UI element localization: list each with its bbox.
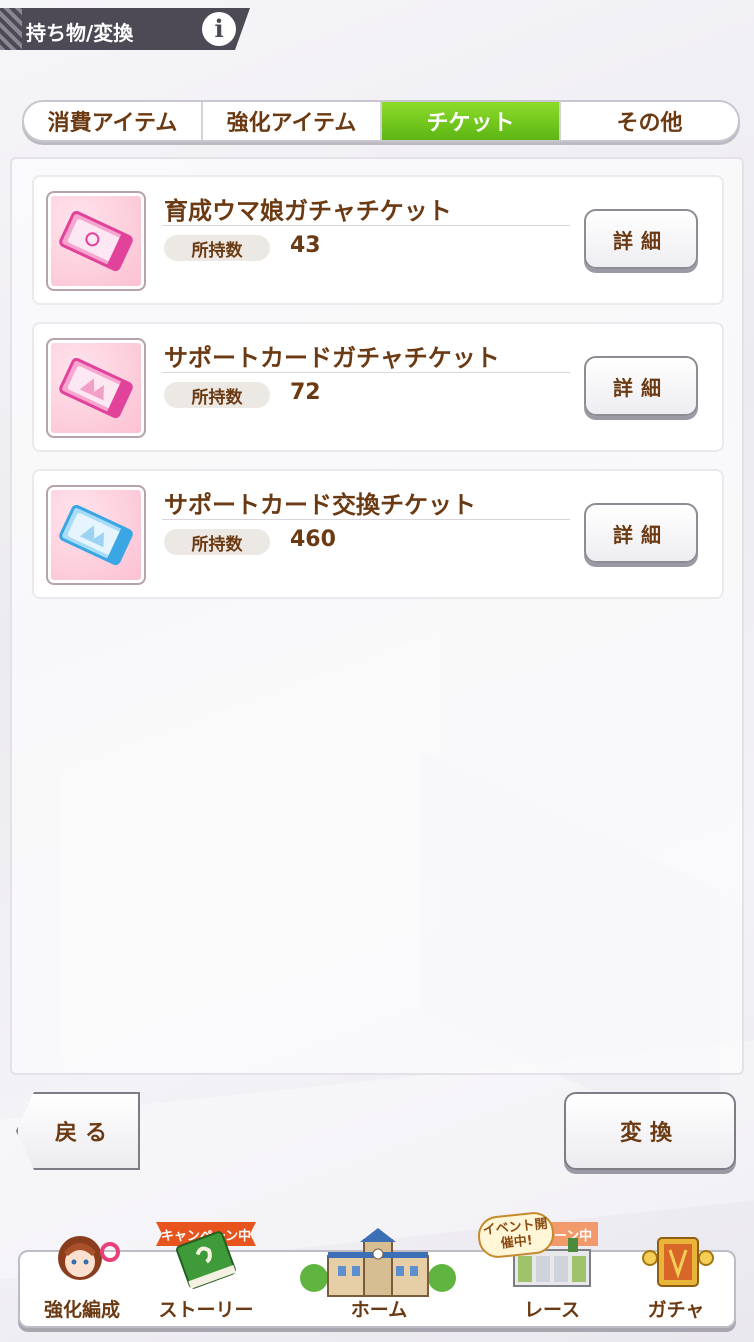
item-name: サポートカード交換チケット xyxy=(164,491,476,519)
nav-story[interactable]: ストーリー xyxy=(144,1231,268,1326)
page-title: 持ち物/変換 xyxy=(26,21,134,45)
tab-other[interactable]: その他 xyxy=(561,102,738,140)
detail-button[interactable]: 詳細 xyxy=(584,356,698,416)
item-name: サポートカードガチャチケット xyxy=(164,344,500,372)
divider xyxy=(162,372,570,373)
list-item: 育成ウマ娘ガチャチケット 所持数 43 詳細 xyxy=(32,175,724,305)
bottom-nav: 強化編成 ストーリー ホーム レース ガチャ xyxy=(18,1228,738,1328)
nav-home[interactable]: ホーム xyxy=(268,1228,490,1326)
nav-label: 強化編成 xyxy=(43,1299,120,1321)
header-stripes xyxy=(0,8,22,50)
nav-label: ストーリー xyxy=(158,1299,254,1321)
book-icon xyxy=(168,1230,244,1290)
divider xyxy=(162,519,570,520)
nav-enhance[interactable]: 強化編成 xyxy=(20,1236,144,1326)
convert-button[interactable]: 変換 xyxy=(564,1092,736,1170)
detail-button[interactable]: 詳細 xyxy=(584,503,698,563)
count-label: 所持数 xyxy=(164,382,270,408)
detail-button[interactable]: 詳細 xyxy=(584,209,698,269)
count-value: 460 xyxy=(290,527,336,552)
gacha-box-icon xyxy=(640,1234,716,1290)
back-button[interactable]: 戻る xyxy=(16,1092,140,1170)
nav-race[interactable]: レース xyxy=(490,1238,614,1326)
tab-tickets[interactable]: チケット xyxy=(382,102,561,140)
pink-ticket-icon xyxy=(46,338,146,438)
count-label: 所持数 xyxy=(164,529,270,555)
nav-gacha[interactable]: ガチャ xyxy=(614,1237,738,1326)
tab-enhancement[interactable]: 強化アイテム xyxy=(203,102,382,140)
info-button[interactable]: i xyxy=(202,12,236,46)
count-value: 72 xyxy=(290,380,321,405)
tab-consumables[interactable]: 消費アイテム xyxy=(24,102,203,140)
count-value: 43 xyxy=(290,233,321,258)
count-label: 所持数 xyxy=(164,235,270,261)
pink-ticket-icon xyxy=(46,191,146,291)
item-name: 育成ウマ娘ガチャチケット xyxy=(164,197,452,225)
category-tabs: 消費アイテム 強化アイテム チケット その他 xyxy=(22,100,740,142)
list-item: サポートカード交換チケット 所持数 460 詳細 xyxy=(32,469,724,599)
school-building-icon xyxy=(298,1226,458,1300)
divider xyxy=(162,225,570,226)
list-item: サポートカードガチャチケット 所持数 72 詳細 xyxy=(32,322,724,452)
nav-label: レース xyxy=(523,1299,581,1321)
character-icon xyxy=(46,1230,126,1290)
nav-label: ガチャ xyxy=(647,1299,705,1321)
blue-ticket-icon xyxy=(46,485,146,585)
